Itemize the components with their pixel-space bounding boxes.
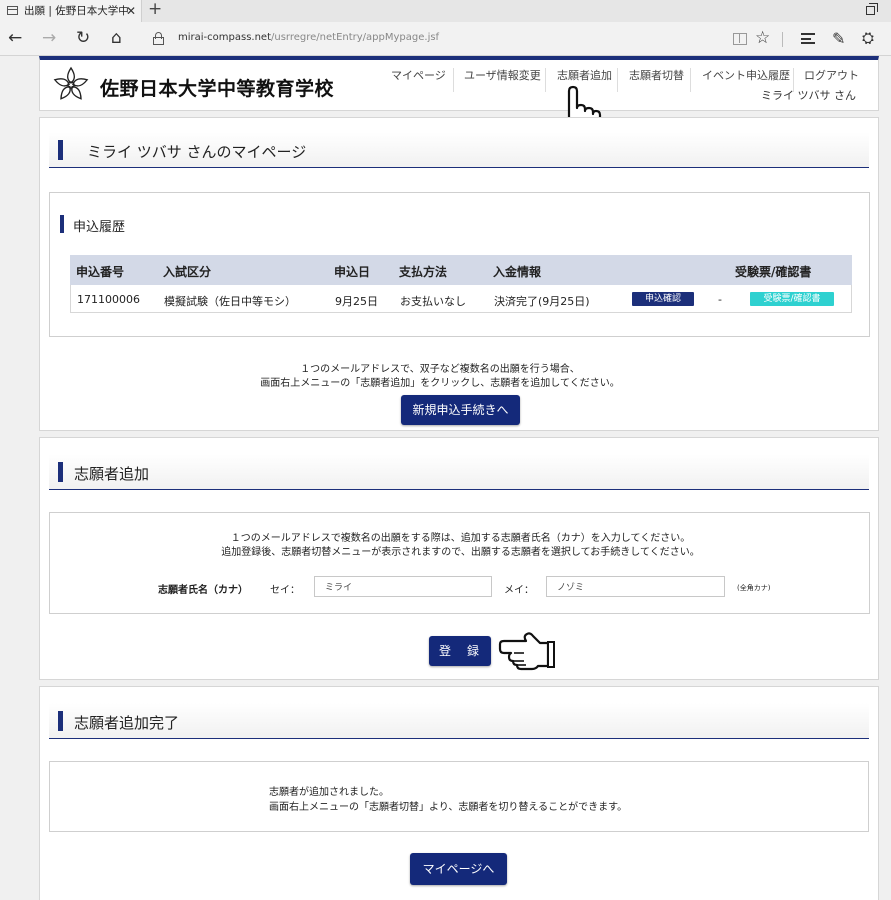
register-button[interactable]: 登 録 <box>429 636 491 666</box>
sei-input[interactable] <box>314 576 492 597</box>
tab-title: 出願 | 佐野日本大学中 <box>24 5 129 17</box>
close-tab-icon[interactable]: ✕ <box>126 0 136 22</box>
add-applicant-title: 志願者追加 <box>74 465 150 483</box>
deposit-info: 決済完了(9月25日) <box>494 295 590 308</box>
payment-method: お支払いなし <box>400 295 466 308</box>
application-number: 171100006 <box>77 293 140 306</box>
add-applicant-form-box: １つのメールアドレスで複数名の出願をする際は、追加する志願者氏名（カナ）を入力し… <box>49 512 870 614</box>
mypage-panel: ミライ ツバサ さんのマイページ 申込履歴 申込番号 入試区分 申込日 支払方法… <box>39 117 879 431</box>
column-header: 申込日 <box>334 265 371 279</box>
mei-input[interactable] <box>546 576 725 597</box>
forward-icon[interactable]: → <box>42 27 56 49</box>
page-icon <box>7 6 18 15</box>
complete-panel: 志願者追加完了 志願者が追加されました。 画面右上メニューの「志願者切替」より、… <box>39 686 879 900</box>
web-note-icon[interactable]: ✎ <box>832 29 845 48</box>
pointer-hand-cursor-icon <box>498 632 555 671</box>
menu-user-info[interactable]: ユーザ情報変更 <box>464 67 541 85</box>
site-header: 佐野日本大学中等教育学校 マイページ ユーザ情報変更 志願者追加 志願者切替 イ… <box>39 56 879 111</box>
menu-separator <box>545 68 546 92</box>
add-applicant-heading: 志願者追加 <box>49 454 869 490</box>
mypage-heading: ミライ ツバサ さんのマイページ <box>49 132 869 168</box>
menu-separator <box>617 68 618 92</box>
browser-nav-bar: ← → ↻ ⌂ mirai-compass.net/usrregre/netEn… <box>0 22 891 56</box>
school-name: 佐野日本大学中等教育学校 <box>100 78 335 100</box>
refresh-icon[interactable]: ↻ <box>76 27 90 49</box>
menu-switch-applicant[interactable]: 志願者切替 <box>629 67 684 85</box>
mypage-title: ミライ ツバサ さんのマイページ <box>87 143 307 161</box>
column-header: 入金情報 <box>493 265 542 279</box>
logged-in-user: ミライ ツバサ さん <box>761 89 856 102</box>
complete-heading: 志願者追加完了 <box>49 703 869 739</box>
heading-accent-bar <box>58 711 63 731</box>
hub-icon[interactable] <box>801 33 815 44</box>
dash-placeholder: - <box>718 293 722 306</box>
add-applicant-note-1: １つのメールアドレスで複数名の出願をする際は、追加する志願者氏名（カナ）を入力し… <box>230 533 691 544</box>
column-header: 申込番号 <box>76 265 125 279</box>
multi-applicant-note-1: １つのメールアドレスで、双子など複数名の出願を行う場合、 <box>300 364 580 375</box>
heading-accent-bar <box>58 140 63 160</box>
browser-tab-bar: 出願 | 佐野日本大学中 ✕ + <box>0 0 891 22</box>
complete-title: 志願者追加完了 <box>74 714 180 732</box>
restore-window-icon[interactable] <box>866 3 878 15</box>
address-bar[interactable]: mirai-compass.net/usrregre/netEntry/appM… <box>178 32 439 43</box>
reading-view-icon[interactable] <box>733 33 747 45</box>
column-header: 支払方法 <box>399 265 448 279</box>
history-table-header: 申込番号 入試区分 申込日 支払方法 入金情報 受験票/確認書 <box>70 255 852 285</box>
complete-message-2: 画面右上メニューの「志願者切替」より、志願者を切り替えることができます。 <box>269 802 628 813</box>
menu-logout[interactable]: ログアウト <box>804 67 859 85</box>
multi-applicant-note-2: 画面右上メニューの「志願者追加」をクリックし、志願者を追加してください。 <box>260 378 620 389</box>
complete-message-1: 志願者が追加されました。 <box>269 787 389 798</box>
url-host: mirai-compass.net <box>178 32 271 43</box>
application-date: 9月25日 <box>335 295 378 308</box>
lock-icon <box>153 32 164 45</box>
home-icon[interactable]: ⌂ <box>111 27 122 49</box>
toolbar-divider <box>782 32 783 47</box>
menu-separator <box>453 68 454 92</box>
new-application-button[interactable]: 新規申込手続きへ <box>401 395 520 425</box>
favorite-star-icon[interactable]: ☆ <box>755 28 770 48</box>
mei-label: メイ： <box>504 585 534 596</box>
exam-ticket-button[interactable]: 受験票/確認書 <box>750 292 834 306</box>
history-box: 申込履歴 申込番号 入試区分 申込日 支払方法 入金情報 受験票/確認書 171… <box>49 192 870 337</box>
sei-label: セイ： <box>270 585 300 596</box>
confirm-application-button[interactable]: 申込確認 <box>632 292 694 306</box>
back-icon[interactable]: ← <box>8 27 22 49</box>
url-path: /usrregre/netEntry/appMypage.jsf <box>271 32 440 43</box>
complete-message-box: 志願者が追加されました。 画面右上メニューの「志願者切替」より、志願者を切り替え… <box>49 761 869 832</box>
applicant-name-label: 志願者氏名（カナ） <box>158 585 248 596</box>
add-applicant-panel: 志願者追加 １つのメールアドレスで複数名の出願をする際は、追加する志願者氏名（カ… <box>39 437 879 680</box>
menu-add-applicant[interactable]: 志願者追加 <box>557 67 612 85</box>
mypage-button[interactable]: マイページへ <box>410 853 507 885</box>
table-row: 171100006 模擬試験（佐日中等モシ） 9月25日 お支払いなし 決済完了… <box>70 285 852 313</box>
history-title: 申込履歴 <box>73 220 126 235</box>
share-icon[interactable]: ⛭ <box>862 29 874 47</box>
cherry-blossom-logo-icon <box>53 66 89 100</box>
add-applicant-note-2: 追加登録後、志願者切替メニューが表示されますので、出願する志願者を選択してお手続… <box>221 547 700 558</box>
menu-mypage[interactable]: マイページ <box>391 67 446 85</box>
browser-tab[interactable]: 出願 | 佐野日本大学中 ✕ <box>0 0 142 22</box>
subheading-accent-bar <box>60 215 64 233</box>
new-tab-icon[interactable]: + <box>148 0 162 19</box>
heading-accent-bar <box>58 462 63 482</box>
kana-note: (全角カナ) <box>737 584 771 592</box>
exam-category: 模擬試験（佐日中等モシ） <box>164 295 296 308</box>
column-header: 入試区分 <box>163 265 212 279</box>
menu-separator <box>690 68 691 92</box>
column-header: 受験票/確認書 <box>735 265 812 279</box>
menu-event-history[interactable]: イベント申込履歴 <box>702 67 790 85</box>
